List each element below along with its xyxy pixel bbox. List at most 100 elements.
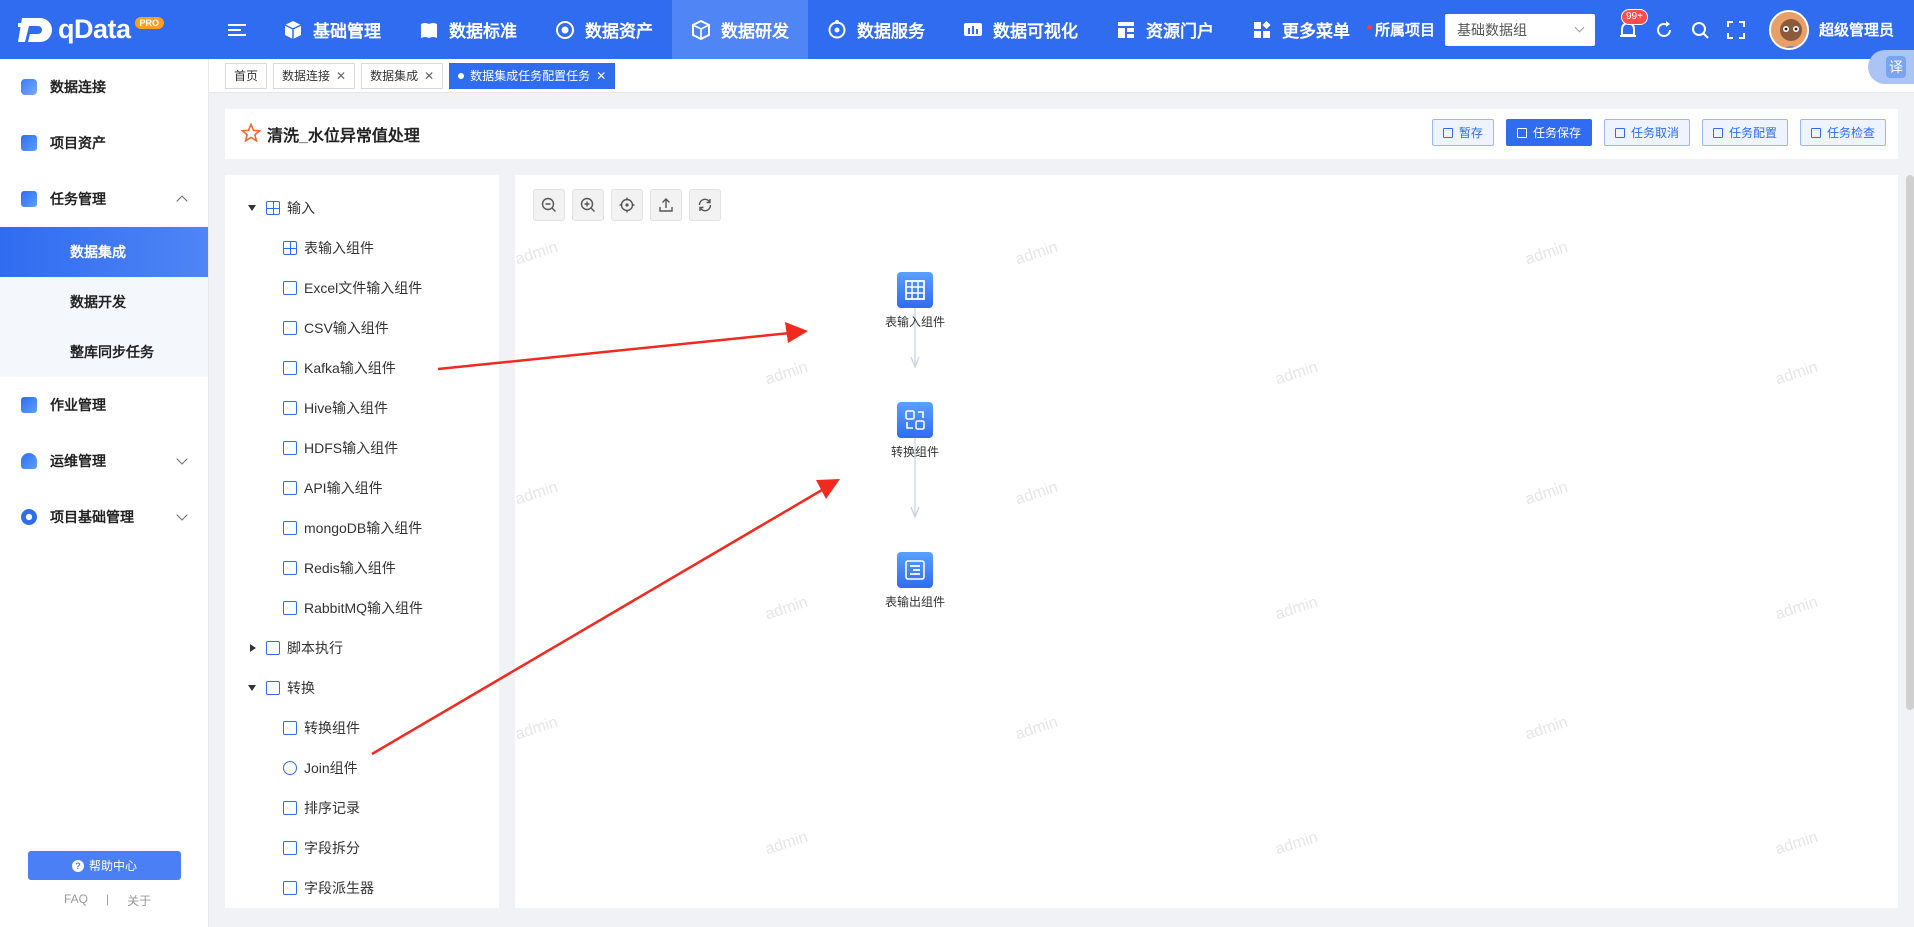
sort-icon — [283, 801, 297, 815]
caret-right-icon — [250, 644, 256, 652]
check-task-button[interactable]: 任务检查 — [1799, 119, 1886, 146]
bell-icon[interactable]: 99+ — [1617, 8, 1648, 41]
tree-item-transform[interactable]: 转换组件 — [225, 708, 499, 748]
caret-down-icon — [248, 685, 256, 691]
portal-icon — [1116, 20, 1136, 40]
nav-item-asset[interactable]: 数据资产 — [536, 0, 672, 59]
sidebar-item-job-management[interactable]: 作业管理 — [0, 377, 208, 433]
close-icon[interactable]: ✕ — [336, 69, 346, 83]
tree-item-csv-input[interactable]: CSV输入组件 — [225, 308, 499, 348]
save-draft-button[interactable]: 暂存 — [1431, 119, 1494, 146]
tree-item-mongodb-input[interactable]: mongoDB输入组件 — [225, 508, 499, 548]
sidebar-item-project-asset[interactable]: 项目资产 — [0, 115, 208, 171]
tree-group-input[interactable]: 输入 — [225, 188, 499, 228]
chart-icon — [963, 20, 983, 40]
logo[interactable]: qData PRO — [0, 0, 210, 59]
check-icon — [1810, 127, 1821, 138]
config-icon — [1712, 127, 1723, 138]
transform-icon — [897, 402, 933, 438]
cube-icon — [283, 20, 303, 40]
project-select[interactable]: 基础数据组 — [1444, 13, 1595, 46]
user-name[interactable]: 超级管理员 — [1819, 19, 1894, 40]
nav-item-more[interactable]: 更多菜单 — [1233, 0, 1369, 59]
help-center-button[interactable]: ? 帮助中心 — [28, 851, 181, 880]
fullscreen-icon[interactable] — [1725, 19, 1747, 41]
tree-item-redis-input[interactable]: Redis输入组件 — [225, 548, 499, 588]
tree-item-split-field[interactable]: 字段拆分 — [225, 828, 499, 868]
avatar[interactable] — [1768, 9, 1809, 50]
save-task-button[interactable]: 任务保存 — [1505, 119, 1592, 146]
config-task-button[interactable]: 任务配置 — [1701, 119, 1788, 146]
tree-item-excel-input[interactable]: Excel文件输入组件 — [225, 268, 499, 308]
tree-item-table-input[interactable]: 表输入组件 — [225, 228, 499, 268]
chevron-down-icon — [1574, 22, 1585, 33]
flow-node-transform[interactable]: 转换组件 — [855, 402, 975, 460]
sidebar-item-connection[interactable]: 数据连接 — [0, 59, 208, 115]
search-icon[interactable] — [1689, 19, 1711, 41]
nav-item-basic[interactable]: 基础管理 — [264, 0, 400, 59]
book-icon — [419, 20, 439, 40]
star-icon — [240, 121, 262, 146]
tree-item-rabbitmq-input[interactable]: RabbitMQ输入组件 — [225, 588, 499, 628]
tree-item-hive-input[interactable]: Hive输入组件 — [225, 388, 499, 428]
sidebar-subitem-development[interactable]: 数据开发 — [0, 277, 208, 327]
sidebar-subitem-db-sync[interactable]: 整库同步任务 — [0, 327, 208, 377]
flow-edges — [910, 293, 920, 519]
api-icon — [283, 481, 297, 495]
tab-integration[interactable]: 数据集成 ✕ — [361, 62, 444, 89]
redis-icon — [283, 561, 297, 575]
tab-bar: 首页 数据连接 ✕ 数据集成 ✕ 数据集成任务配置任务 ✕ — [209, 59, 1914, 93]
nav-item-portal[interactable]: 资源门户 — [1097, 0, 1233, 59]
save-icon — [1516, 127, 1527, 138]
cloud-icon — [21, 453, 37, 469]
nav-item-visual[interactable]: 数据可视化 — [944, 0, 1097, 59]
close-icon[interactable]: ✕ — [424, 69, 434, 83]
tree-item-api-input[interactable]: API输入组件 — [225, 468, 499, 508]
flow-canvas[interactable]: admin admin admin admin admin admin admi… — [515, 175, 1898, 908]
page-scrollbar[interactable] — [1906, 175, 1914, 710]
split-icon — [283, 841, 297, 855]
tree-item-derive-field[interactable]: 字段派生器 — [225, 868, 499, 908]
nav-item-standard[interactable]: 数据标准 — [400, 0, 536, 59]
flow-node-table-output[interactable]: 表输出组件 — [855, 552, 975, 610]
cancel-task-button[interactable]: 任务取消 — [1603, 119, 1690, 146]
about-link[interactable]: 关于 — [127, 892, 151, 909]
refresh-icon[interactable] — [1653, 19, 1675, 41]
tab-home[interactable]: 首页 — [225, 62, 268, 89]
flow-node-table-input[interactable]: 表输入组件 — [855, 272, 975, 330]
csv-icon — [283, 321, 297, 335]
table-icon — [283, 241, 297, 255]
chevron-down-icon — [176, 509, 188, 521]
faq-link[interactable]: FAQ — [64, 892, 88, 909]
tree-item-kafka-input[interactable]: Kafka输入组件 — [225, 348, 499, 388]
sidebar-item-project-basic[interactable]: 项目基础管理 — [0, 489, 208, 545]
rabbitmq-icon — [283, 601, 297, 615]
question-icon: ? — [71, 859, 84, 872]
chevron-down-icon — [176, 453, 188, 465]
tree-item-hdfs-input[interactable]: HDFS输入组件 — [225, 428, 499, 468]
tree-item-sort[interactable]: 排序记录 — [225, 788, 499, 828]
close-icon[interactable]: ✕ — [596, 69, 606, 83]
caret-down-icon — [248, 205, 256, 211]
sidebar-subitem-integration[interactable]: 数据集成 — [0, 227, 208, 277]
nav-item-service[interactable]: 数据服务 — [808, 0, 944, 59]
translate-button[interactable]: 译 — [1868, 50, 1914, 84]
task-icon — [21, 191, 37, 207]
target-icon — [555, 20, 575, 40]
chevron-up-icon — [176, 195, 188, 207]
transform-icon — [283, 721, 297, 735]
sidebar: 数据连接 项目资产 任务管理 数据集成 数据开发 整库同步任务 作业管理 运维管… — [0, 59, 209, 927]
menu-toggle-icon[interactable] — [228, 21, 246, 39]
tab-task-config[interactable]: 数据集成任务配置任务 ✕ — [449, 62, 616, 89]
tree-group-script[interactable]: 脚本执行 — [225, 628, 499, 668]
sidebar-item-ops-management[interactable]: 运维管理 — [0, 433, 208, 489]
box-icon — [691, 19, 711, 40]
tree-group-transform[interactable]: 转换 — [225, 668, 499, 708]
tree-item-join[interactable]: Join组件 — [225, 748, 499, 788]
tab-connection[interactable]: 数据连接 ✕ — [273, 62, 356, 89]
task-actions: 暂存 任务保存 任务取消 任务配置 任务检查 — [1420, 119, 1886, 146]
logo-mark-icon — [17, 14, 56, 46]
nav-item-dev[interactable]: 数据研发 — [672, 0, 808, 59]
kafka-icon — [283, 361, 297, 375]
sidebar-item-task-management[interactable]: 任务管理 — [0, 171, 208, 227]
